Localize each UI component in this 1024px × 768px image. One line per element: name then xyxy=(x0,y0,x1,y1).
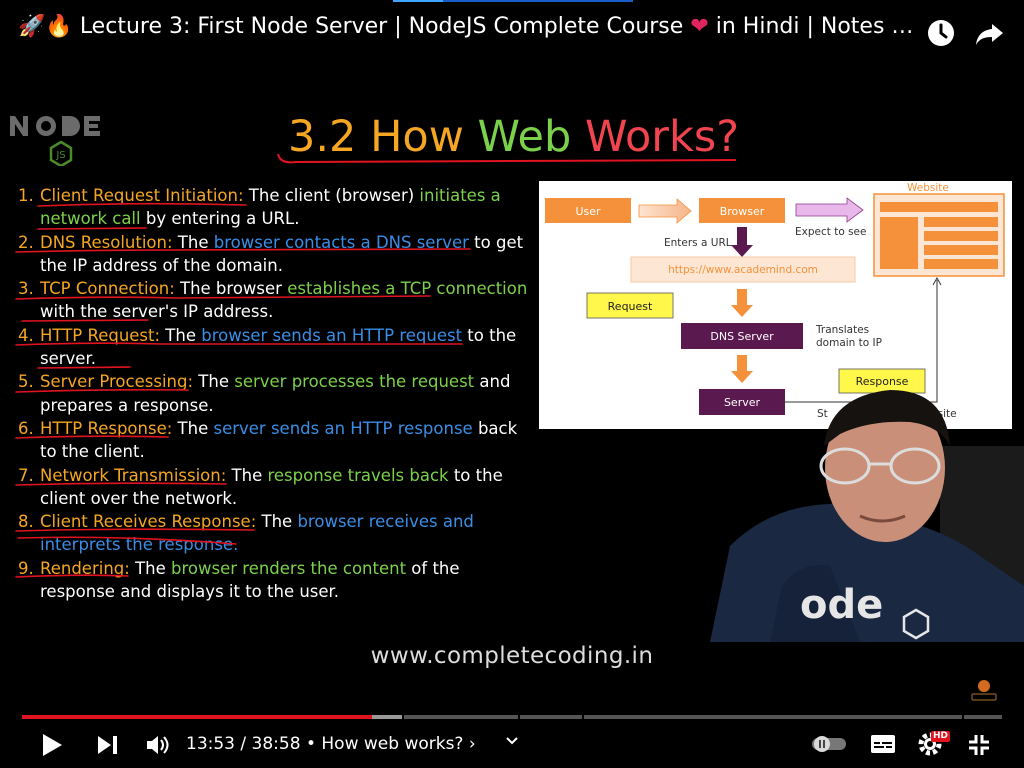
browser-label: Browser xyxy=(720,205,765,218)
user-label: User xyxy=(575,205,601,218)
step-item: 3. TCP Connection: The browser establishe… xyxy=(18,279,528,322)
share-arrow-icon[interactable] xyxy=(974,18,1006,48)
current-time: 13:53 xyxy=(186,734,235,754)
translates-label-line2: domain to IP xyxy=(816,337,882,349)
video-title-bar: 🚀🔥 Lecture 3: First Node Server | NodeJS… xyxy=(0,0,1024,62)
skip-next-icon[interactable] xyxy=(96,734,120,756)
step-item: 9. Rendering: The browser renders the con… xyxy=(18,558,460,602)
progress-played xyxy=(22,715,372,719)
chevron-down-icon[interactable] xyxy=(505,736,519,746)
step-item: 5. Server Processing: The server processe… xyxy=(18,372,511,415)
step-term: Server Processing: xyxy=(40,372,194,392)
step-item: 1. Client Request Initiation: The client … xyxy=(18,186,501,229)
step-item: 6. HTTP Response: The server sends an HTT… xyxy=(18,418,518,462)
step-item: 2. DNS Resolution: The browser contacts a… xyxy=(18,232,524,275)
video-title[interactable]: 🚀🔥 Lecture 3: First Node Server | NodeJS… xyxy=(18,14,918,39)
play-icon[interactable] xyxy=(40,732,64,758)
chapter-separator: • xyxy=(305,734,322,754)
player-controls: 13:53 / 38:58 • How web works? › HD xyxy=(0,724,1024,768)
step-term: TCP Connection: xyxy=(40,279,175,299)
video-title-main: Lecture 3: First Node Server | NodeJS Co… xyxy=(79,14,684,39)
top-playlist-indicator xyxy=(393,0,633,2)
step-item: 4. HTTP Request: The browser sends an HTT… xyxy=(18,325,517,369)
step-term: HTTP Request: xyxy=(40,325,161,345)
rocket-icon: 🚀 xyxy=(18,14,46,39)
steps-list: 1. Client Request Initiation: The client … xyxy=(18,184,528,603)
request-label: Request xyxy=(608,300,653,313)
video-progress-bar[interactable] xyxy=(22,715,1002,719)
fire-icon: 🔥 xyxy=(45,14,73,39)
hd-badge: HD xyxy=(931,731,951,742)
step-term: Rendering: xyxy=(40,558,130,578)
website-label: Website xyxy=(907,182,949,194)
heading-underline-annotation xyxy=(277,153,737,164)
chapter-title[interactable]: How web works? xyxy=(321,734,463,754)
progress-chapter-segment[interactable] xyxy=(964,715,1002,719)
duration: 38:58 xyxy=(251,734,301,754)
svg-text:JS: JS xyxy=(55,150,65,161)
progress-buffer xyxy=(372,715,402,719)
step-item: 8. Client Receives Response: The browser … xyxy=(18,512,474,555)
volume-icon[interactable] xyxy=(145,734,171,756)
heart-icon: ❤ xyxy=(690,14,709,39)
translates-label-line1: Translates xyxy=(815,324,869,336)
website-watermark: www.completecoding.in xyxy=(370,643,654,669)
step-term: Network Transmission: xyxy=(40,465,227,485)
time-display: 13:53 / 38:58 • How web works? › xyxy=(186,734,476,754)
fullscreen-icon[interactable] xyxy=(968,734,990,756)
step-term: HTTP Response: xyxy=(40,418,173,438)
expect-label: Expect to see xyxy=(795,226,866,238)
video-title-suffix: in Hindi | Notes |... xyxy=(715,14,918,39)
progress-chapter-segment[interactable] xyxy=(520,715,582,719)
url-label: https://www.academind.com xyxy=(668,264,818,276)
step-item: 7. Network Transmission: The response tra… xyxy=(18,465,503,508)
autoplay-toggle-icon[interactable] xyxy=(810,734,850,754)
svg-text:ode: ode xyxy=(800,582,883,628)
step-term: Client Receives Response: xyxy=(40,512,257,532)
settings-button[interactable]: HD xyxy=(917,731,953,757)
chapter-chevron-icon[interactable]: › xyxy=(469,734,476,754)
step-term: Client Request Initiation: xyxy=(40,186,244,205)
step-term: DNS Resolution: xyxy=(40,232,173,252)
clock-icon[interactable] xyxy=(926,18,956,48)
presenter-webcam: ode xyxy=(710,390,1024,642)
subtitles-icon[interactable] xyxy=(870,734,896,754)
dns-server-label: DNS Server xyxy=(710,330,774,343)
progress-chapter-segment[interactable] xyxy=(584,715,962,719)
progress-chapter-segment[interactable] xyxy=(404,715,518,719)
enters-url-label: Enters a URL xyxy=(664,237,732,249)
time-separator: / xyxy=(240,734,252,754)
nodejs-logo-icon: JS xyxy=(10,116,100,166)
channel-logo-icon xyxy=(971,680,997,701)
